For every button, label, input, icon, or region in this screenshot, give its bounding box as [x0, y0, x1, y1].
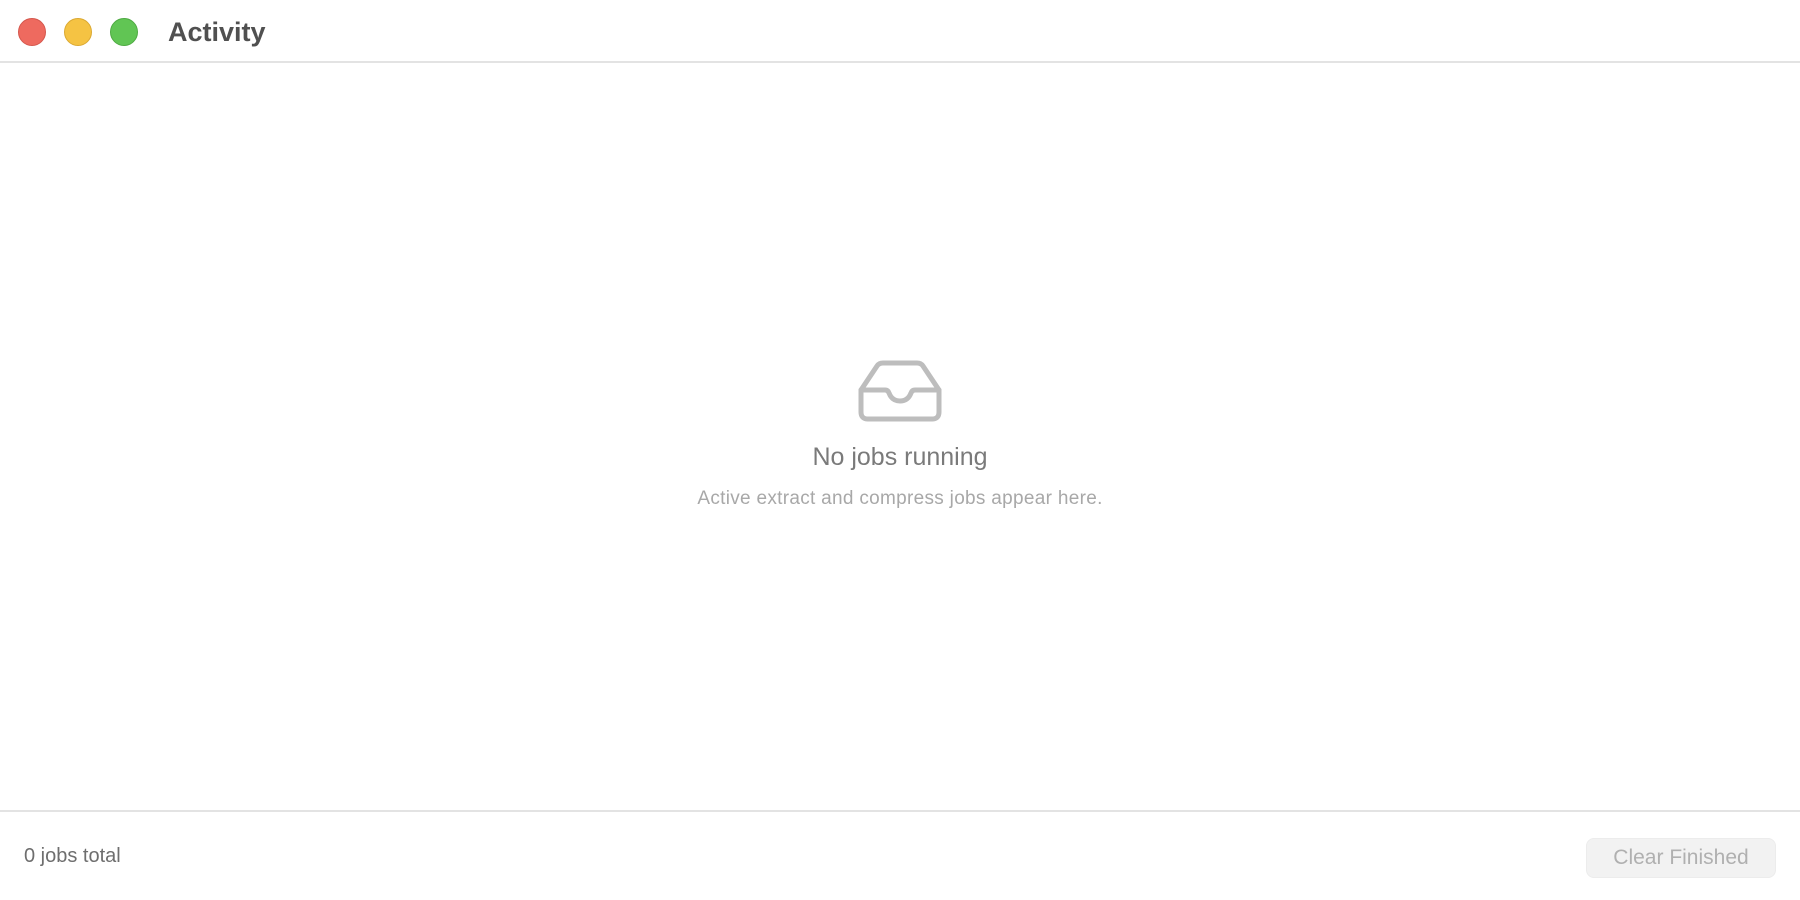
empty-state-title: No jobs running: [812, 443, 988, 471]
footer-bar: 0 jobs total Clear Finished: [0, 810, 1800, 900]
job-count-label: 0 jobs total: [24, 845, 121, 867]
clear-finished-button[interactable]: Clear Finished: [1586, 838, 1776, 878]
close-window-button[interactable]: [18, 18, 46, 46]
minimize-window-button[interactable]: [64, 18, 92, 46]
empty-state-subtitle: Active extract and compress jobs appear …: [697, 488, 1103, 509]
tray-icon: [858, 360, 942, 422]
job-list-area: No jobs running Active extract and compr…: [0, 63, 1800, 810]
zoom-window-button[interactable]: [110, 18, 138, 46]
empty-state: No jobs running Active extract and compr…: [0, 360, 1800, 511]
activity-window: Activity No jobs running Active extract …: [0, 0, 1800, 900]
title-bar: Activity: [0, 0, 1800, 63]
window-title: Activity: [168, 17, 266, 47]
